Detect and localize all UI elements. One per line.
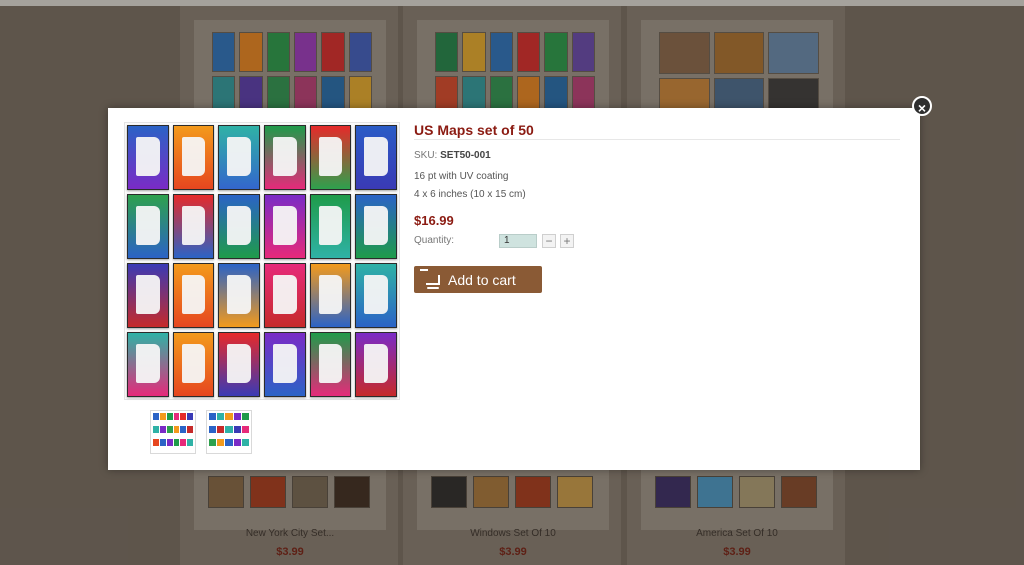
product-description-line-1: 16 pt with UV coating [414, 171, 509, 182]
thumbnail-cell [217, 413, 225, 420]
thumbnail-cell [173, 413, 180, 420]
quantity-label: Quantity: [414, 235, 455, 246]
thumbnail-cell [180, 413, 187, 420]
thumbnail-cell [180, 439, 187, 446]
thumbnail-cell [233, 439, 241, 446]
thumbnail-cell [180, 426, 187, 433]
thumbnail-cell [166, 413, 173, 420]
thumbnail-cell [153, 426, 159, 433]
thumbnail-cell [159, 413, 166, 420]
thumbnail-2[interactable] [206, 410, 252, 454]
state-card [172, 332, 215, 397]
state-card [127, 332, 169, 397]
thumbnail-cell [217, 426, 225, 433]
thumbnail-grid [153, 413, 193, 451]
product-title: US Maps set of 50 [414, 122, 534, 138]
thumbnail-cell [225, 413, 233, 420]
thumbnail-1[interactable] [150, 410, 196, 454]
thumbnail-cell [241, 439, 249, 446]
state-card [127, 194, 169, 259]
thumbnail-cell [187, 413, 193, 420]
thumbnail-cell [241, 426, 249, 433]
thumbnail-cell [159, 426, 166, 433]
thumbnail-cell [153, 413, 159, 420]
quantity-input[interactable]: 1 [499, 234, 537, 248]
main-product-image [124, 122, 400, 400]
product-description-line-2: 4 x 6 inches (10 x 15 cm) [414, 189, 526, 200]
thumbnail-cell [209, 413, 217, 420]
add-to-cart-label: Add to cart [448, 271, 516, 288]
thumbnail-cell [173, 439, 180, 446]
thumbnail-cell [209, 426, 217, 433]
state-card [309, 125, 352, 190]
thumbnail-cell [173, 426, 180, 433]
state-card [172, 194, 215, 259]
product-quick-view-modal: US Maps set of 50 SKU: SET50-001 16 pt w… [108, 108, 920, 470]
state-card [218, 125, 260, 190]
state-card [172, 125, 215, 190]
sku-line: SKU: SET50-001 [414, 150, 491, 161]
thumbnail-cell [233, 413, 241, 420]
thumbnail-cell [187, 426, 193, 433]
thumbnail-grid [209, 413, 249, 451]
state-card [309, 263, 352, 328]
sku-value: SET50-001 [440, 150, 491, 161]
quantity-decrease-button[interactable]: − [542, 234, 556, 248]
state-card [264, 263, 306, 328]
state-card [218, 332, 260, 397]
state-card [264, 332, 306, 397]
state-card-grid [127, 125, 397, 397]
thumbnail-cell [187, 439, 193, 446]
state-card [264, 194, 306, 259]
title-divider [414, 139, 900, 140]
thumbnail-cell [153, 439, 159, 446]
thumbnail-cell [209, 439, 217, 446]
state-card [127, 125, 169, 190]
state-card [218, 194, 260, 259]
close-icon[interactable]: × [912, 96, 932, 116]
shopping-cart-icon [420, 268, 440, 289]
state-card [309, 194, 352, 259]
quantity-increase-button[interactable]: + [560, 234, 574, 248]
state-card [309, 332, 352, 397]
thumbnail-cell [225, 426, 233, 433]
sku-label: SKU: [414, 150, 438, 161]
thumbnail-cell [166, 439, 173, 446]
add-to-cart-button[interactable]: Add to cart [414, 266, 542, 293]
thumbnail-cell [217, 439, 225, 446]
state-card [355, 194, 397, 259]
state-card [355, 332, 397, 397]
state-card [264, 125, 306, 190]
thumbnail-cell [166, 426, 173, 433]
thumbnail-cell [241, 413, 249, 420]
product-price: $16.99 [414, 213, 454, 228]
state-card [355, 125, 397, 190]
thumbnail-cell [159, 439, 166, 446]
state-card [218, 263, 260, 328]
state-card [127, 263, 169, 328]
thumbnail-cell [225, 439, 233, 446]
state-card [355, 263, 397, 328]
thumbnail-cell [233, 426, 241, 433]
state-card [172, 263, 215, 328]
